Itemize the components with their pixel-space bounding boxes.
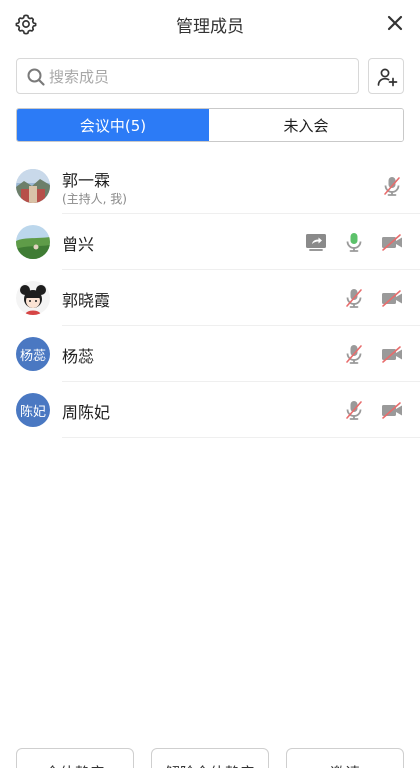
footer-actions: 全体静音 解除全体静音 邀请 <box>0 736 420 768</box>
search-row <box>16 58 404 94</box>
member-row[interactable]: 曾兴 <box>0 214 420 270</box>
avatar <box>16 225 50 259</box>
avatar: 杨蕊 <box>16 337 50 371</box>
member-name: 杨蕊 <box>62 347 95 366</box>
member-row[interactable]: 郭晓霞 <box>0 270 420 326</box>
add-member-button[interactable] <box>368 58 404 94</box>
camera-off-icon[interactable] <box>380 230 404 254</box>
invite-button[interactable]: 邀请 <box>286 748 404 768</box>
avatar <box>16 169 50 203</box>
mute-all-button[interactable]: 全体静音 <box>16 748 134 768</box>
member-tabs: 会议中(5) 未入会 <box>16 108 404 142</box>
search-input[interactable] <box>49 65 349 89</box>
member-name: 曾兴 <box>62 235 95 254</box>
avatar <box>16 281 50 315</box>
microphone-muted-icon[interactable] <box>380 174 404 198</box>
tab-in-meeting[interactable]: 会议中(5) <box>17 109 209 141</box>
microphone-muted-icon[interactable] <box>342 286 366 310</box>
search-box[interactable] <box>16 58 359 94</box>
member-name: 郭一霖 <box>62 171 111 190</box>
page-title: 管理成员 <box>176 17 244 37</box>
member-row[interactable]: 陈妃 周陈妃 <box>0 382 420 438</box>
camera-off-icon[interactable] <box>380 398 404 422</box>
screen-share-icon[interactable] <box>304 230 328 254</box>
camera-off-icon[interactable] <box>380 286 404 310</box>
microphone-muted-icon[interactable] <box>342 398 366 422</box>
add-user-icon <box>377 68 398 87</box>
unmute-all-button[interactable]: 解除全体静音 <box>151 748 269 768</box>
member-name: 郭晓霞 <box>62 291 111 310</box>
microphone-muted-icon[interactable] <box>342 342 366 366</box>
camera-off-icon[interactable] <box>380 342 404 366</box>
search-icon <box>26 67 46 87</box>
microphone-on-icon[interactable] <box>342 230 366 254</box>
header: 管理成员 <box>0 0 420 48</box>
member-row[interactable]: 杨蕊 杨蕊 <box>0 326 420 382</box>
close-icon[interactable] <box>386 14 404 32</box>
member-row[interactable]: 郭一霖 (主持人, 我) <box>0 158 420 214</box>
avatar: 陈妃 <box>16 393 50 427</box>
member-list: 郭一霖 (主持人, 我) 曾兴 郭晓霞 杨蕊 杨蕊 陈妃 周陈妃 <box>0 158 420 438</box>
tab-not-joined[interactable]: 未入会 <box>209 109 403 141</box>
member-name: 周陈妃 <box>62 403 111 422</box>
member-role: (主持人, 我) <box>62 192 127 206</box>
